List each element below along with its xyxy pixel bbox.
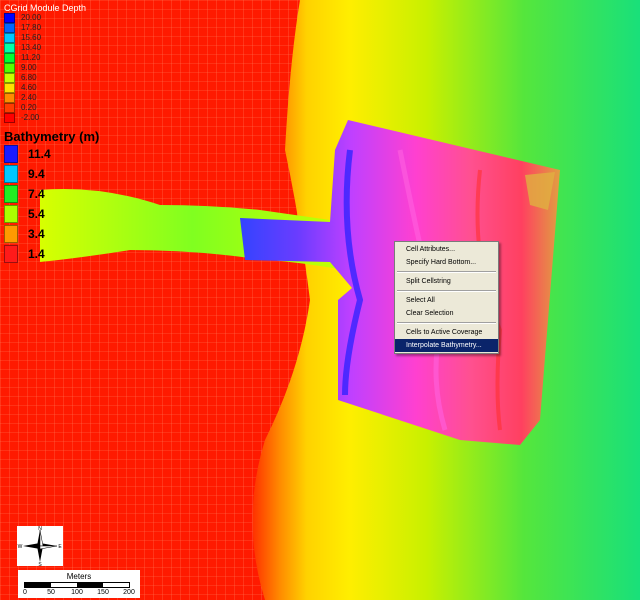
- cgrid-depth-legend: CGrid Module Depth 20.00 17.80 15.60 13.40 1…: [4, 3, 86, 123]
- scale-bar: Meters 0 50 100 150 200: [18, 570, 140, 598]
- compass-west-label: W: [18, 544, 23, 550]
- legend-label: 9.4: [28, 167, 45, 181]
- legend-entry: 0.20: [4, 103, 86, 113]
- legend-entry: 11.20: [4, 53, 86, 63]
- scale-bar-graphic: [24, 582, 130, 588]
- menu-item-select-all[interactable]: Select All: [395, 294, 498, 307]
- legend-entry: 3.4: [4, 224, 99, 244]
- scale-tick-label: 100: [71, 589, 83, 596]
- scale-tick-label: 50: [47, 589, 55, 596]
- bathymetry-legend-title: Bathymetry (m): [4, 129, 100, 144]
- cgrid-legend-title: CGrid Module Depth: [4, 3, 87, 13]
- menu-item-clear-selection[interactable]: Clear Selection: [395, 307, 498, 320]
- scale-bar-segment: [51, 583, 77, 587]
- legend-entry: 1.4: [4, 244, 99, 264]
- menu-separator: [397, 271, 496, 273]
- context-menu[interactable]: Cell Attributes... Specify Hard Bottom...…: [394, 241, 499, 354]
- legend-swatch: [4, 73, 15, 83]
- menu-item-cells-to-active-coverage[interactable]: Cells to Active Coverage: [395, 326, 498, 339]
- legend-entry: -2.00: [4, 113, 86, 123]
- scale-bar-title: Meters: [66, 572, 92, 581]
- legend-label: 13.40: [21, 43, 42, 52]
- legend-swatch: [4, 13, 15, 23]
- legend-entry: 4.60: [4, 83, 86, 93]
- legend-swatch: [4, 93, 15, 103]
- legend-label: 17.80: [21, 23, 42, 32]
- menu-item-interpolate-bathymetry[interactable]: Interpolate Bathymetry...: [395, 339, 498, 352]
- menu-item-split-cellstring[interactable]: Split Cellstring: [395, 275, 498, 288]
- legend-label: 6.80: [21, 73, 37, 82]
- legend-entry: 5.4: [4, 204, 99, 224]
- menu-item-specify-hard-bottom[interactable]: Specify Hard Bottom...: [395, 256, 498, 269]
- legend-swatch: [4, 165, 18, 183]
- legend-entry: 15.60: [4, 33, 86, 43]
- legend-entry: 17.80: [4, 23, 86, 33]
- legend-label: 11.20: [21, 53, 41, 62]
- legend-swatch: [4, 43, 15, 53]
- legend-swatch: [4, 185, 18, 203]
- scale-bar-segment: [25, 583, 51, 587]
- legend-entry: 7.4: [4, 184, 99, 204]
- legend-entry: 9.4: [4, 164, 99, 184]
- legend-label: 1.4: [28, 247, 45, 261]
- bathymetry-legend: Bathymetry (m) 11.4 9.4 7.4 5.4 3.4 1.4: [4, 129, 99, 264]
- legend-swatch: [4, 33, 15, 43]
- compass-north-label: N: [38, 526, 42, 532]
- legend-entry: 2.40: [4, 93, 86, 103]
- legend-label: 3.4: [28, 227, 45, 241]
- scale-bar-segment: [103, 583, 129, 587]
- legend-entry: 9.00: [4, 63, 86, 73]
- menu-item-cell-attributes[interactable]: Cell Attributes...: [395, 243, 498, 256]
- scale-tick-label: 150: [97, 589, 109, 596]
- scale-bar-segment: [77, 583, 103, 587]
- compass-east-label: E: [58, 544, 62, 550]
- scale-tick-label: 0: [23, 589, 27, 596]
- legend-entry: 6.80: [4, 73, 86, 83]
- legend-label: 7.4: [28, 187, 45, 201]
- map-canvas[interactable]: [0, 0, 640, 600]
- legend-swatch: [4, 205, 18, 223]
- north-arrow: N S E W: [17, 526, 63, 568]
- scale-tick-label: 200: [123, 589, 135, 596]
- legend-entry: 11.4: [4, 144, 99, 164]
- legend-swatch: [4, 245, 18, 263]
- legend-label: 9.00: [21, 63, 37, 72]
- legend-label: 4.60: [21, 83, 37, 92]
- legend-label: -2.00: [21, 113, 40, 122]
- legend-label: 15.60: [21, 33, 42, 42]
- legend-label: 20.00: [21, 13, 42, 22]
- legend-swatch: [4, 83, 15, 93]
- legend-label: 5.4: [28, 207, 45, 221]
- legend-label: 11.4: [28, 147, 51, 161]
- legend-swatch: [4, 113, 15, 123]
- legend-swatch: [4, 145, 18, 163]
- legend-swatch: [4, 63, 15, 73]
- legend-entry: 20.00: [4, 13, 86, 23]
- legend-label: 0.20: [21, 103, 37, 112]
- compass-south-label: S: [38, 562, 42, 566]
- legend-label: 2.40: [21, 93, 37, 102]
- legend-swatch: [4, 53, 15, 63]
- legend-entry: 13.40: [4, 43, 86, 53]
- compass-rose-icon: N S E W: [18, 526, 63, 568]
- legend-swatch: [4, 225, 18, 243]
- legend-swatch: [4, 103, 15, 113]
- legend-swatch: [4, 23, 15, 33]
- menu-separator: [397, 290, 496, 292]
- menu-separator: [397, 322, 496, 324]
